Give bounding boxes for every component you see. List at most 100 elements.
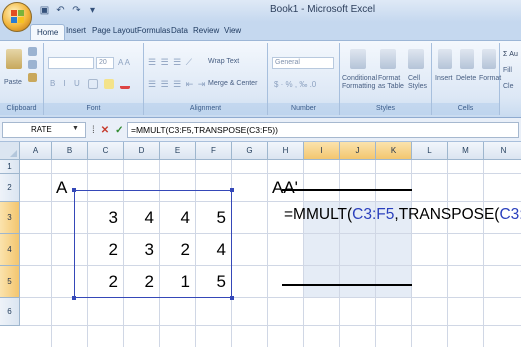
row-header-5[interactable]: 5 <box>0 266 20 298</box>
row-header-1[interactable]: 1 <box>0 160 20 174</box>
matrix-cell: 4 <box>144 208 154 227</box>
paste-label[interactable]: Paste <box>4 79 22 86</box>
range-handle[interactable] <box>230 296 234 300</box>
alignment-group: ☰ ☰ ☰ ⟋ Wrap Text ☰ ☰ ☰ ⇤ ⇥ Merge & Cent… <box>144 43 268 115</box>
range-handle[interactable] <box>72 188 76 192</box>
office-button[interactable] <box>2 2 32 32</box>
bold-italic-underline-icons[interactable]: B I U <box>50 79 83 88</box>
tab-review[interactable]: Review <box>193 26 219 35</box>
matrix-aa-transpose-label: AA' <box>272 178 298 197</box>
save-icon[interactable]: ▣ <box>38 4 51 17</box>
matrix-cell: 3 <box>144 240 154 259</box>
range-handle[interactable] <box>72 296 76 300</box>
range-handle[interactable] <box>230 188 234 192</box>
selection-bottom-border <box>282 284 412 286</box>
alignment-group-label: Alignment <box>144 103 267 115</box>
insert-cells-icon[interactable] <box>438 49 452 69</box>
font-color-icon[interactable] <box>120 79 130 89</box>
row-header-2[interactable]: 2 <box>0 174 20 202</box>
conditional-formatting-icon[interactable] <box>350 49 366 69</box>
border-icon[interactable] <box>88 79 98 89</box>
format-painter-icon[interactable] <box>28 73 37 82</box>
tab-data[interactable]: Data <box>171 26 188 35</box>
font-size-dropdown[interactable]: 20 <box>96 57 114 69</box>
column-gridline <box>51 160 52 347</box>
name-box-dropdown-icon[interactable]: ▼ <box>72 125 79 132</box>
format-as-table-icon[interactable] <box>380 49 396 69</box>
column-header-i[interactable]: I <box>304 142 340 160</box>
row-header-4[interactable]: 4 <box>0 234 20 266</box>
row-header-6[interactable]: 6 <box>0 298 20 326</box>
tab-insert[interactable]: Insert <box>66 26 86 35</box>
matrix-cell: 1 <box>180 272 190 291</box>
column-header-h[interactable]: H <box>268 142 304 160</box>
active-cell-border <box>282 189 412 191</box>
formula-ref-range-1: C3:F5 <box>352 206 395 223</box>
format-as-table-label[interactable]: Format as Table <box>378 75 406 91</box>
clipboard-group-label: Clipboard <box>0 103 43 115</box>
tab-formulas[interactable]: Formulas <box>137 26 170 35</box>
align-horizontal-icons[interactable]: ☰ ☰ ☰ ⇤ ⇥ <box>148 79 206 90</box>
format-cells-icon[interactable] <box>482 49 496 69</box>
cell-styles-icon[interactable] <box>408 49 424 69</box>
column-header-d[interactable]: D <box>124 142 160 160</box>
cells-group-label: Cells <box>432 103 499 115</box>
font-name-dropdown[interactable] <box>48 57 94 69</box>
fill-button[interactable]: Fill <box>503 67 512 74</box>
matrix-a-label: A <box>56 178 68 197</box>
number-format-icons[interactable]: $ · % , ‰ .0 <box>274 80 316 89</box>
column-gridline <box>447 160 448 347</box>
format-label[interactable]: Format <box>479 75 501 82</box>
column-header-c[interactable]: C <box>88 142 124 160</box>
cancel-icon[interactable]: ✕ <box>101 125 109 136</box>
column-header-e[interactable]: E <box>160 142 196 160</box>
fill-color-icon[interactable] <box>104 79 114 89</box>
number-group-label: Number <box>268 103 339 115</box>
font-group-label: Font <box>44 103 143 115</box>
paste-icon[interactable] <box>6 49 22 69</box>
matrix-cell: 2 <box>180 240 190 259</box>
tab-view[interactable]: View <box>224 26 241 35</box>
column-header-k[interactable]: K <box>376 142 412 160</box>
insert-label[interactable]: Insert <box>435 75 453 82</box>
tab-page-layout[interactable]: Page Layout <box>92 26 137 35</box>
conditional-formatting-label[interactable]: Conditional Formatting <box>342 75 377 91</box>
column-header-a[interactable]: A <box>20 142 52 160</box>
delete-cells-icon[interactable] <box>460 49 474 69</box>
number-format-dropdown[interactable]: General <box>272 57 334 69</box>
column-gridline <box>483 160 484 347</box>
column-header-m[interactable]: M <box>448 142 484 160</box>
formula-input[interactable]: =MMULT(C3:F5,TRANSPOSE(C3:F5)) <box>127 122 519 138</box>
redo-icon[interactable]: ↷ <box>70 4 83 17</box>
ribbon-tabs: Home Insert Page Layout Formulas Data Re… <box>0 22 521 40</box>
font-group: 20 A A B I U Font <box>44 43 144 115</box>
autosum-button[interactable]: Σ Au <box>503 51 518 58</box>
tab-home[interactable]: Home <box>30 24 66 40</box>
grip-icon: ⁞ <box>92 124 95 136</box>
undo-icon[interactable]: ↶ <box>54 4 67 17</box>
column-header-b[interactable]: B <box>52 142 88 160</box>
row-header-3[interactable]: 3 <box>0 202 20 234</box>
matrix-cell: 3 <box>108 208 118 227</box>
column-header-g[interactable]: G <box>232 142 268 160</box>
cell-styles-label[interactable]: Cell Styles <box>408 75 430 91</box>
formula-edit-cell[interactable]: =MMULT(C3:F5,TRANSPOSE(C3:F5)) <box>284 206 521 224</box>
align-top-icons[interactable]: ☰ ☰ ☰ ⟋ <box>148 57 193 68</box>
grow-font-icon[interactable]: A A <box>118 58 130 67</box>
customize-icon[interactable]: ▾ <box>86 4 99 17</box>
window-title: Book1 - Microsoft Excel <box>270 4 376 15</box>
select-all-button[interactable] <box>0 142 20 160</box>
cut-icon[interactable] <box>28 47 37 56</box>
clear-button[interactable]: Cle <box>503 83 514 90</box>
styles-group-label: Styles <box>340 103 431 115</box>
merge-center-button[interactable]: Merge & Center <box>208 80 257 87</box>
copy-icon[interactable] <box>28 60 37 69</box>
matrix-cell: 2 <box>144 272 154 291</box>
column-header-n[interactable]: N <box>484 142 521 160</box>
wrap-text-button[interactable]: Wrap Text <box>208 58 239 65</box>
column-header-l[interactable]: L <box>412 142 448 160</box>
column-header-f[interactable]: F <box>196 142 232 160</box>
delete-label[interactable]: Delete <box>456 75 476 82</box>
enter-icon[interactable]: ✓ <box>115 125 123 136</box>
column-header-j[interactable]: J <box>340 142 376 160</box>
